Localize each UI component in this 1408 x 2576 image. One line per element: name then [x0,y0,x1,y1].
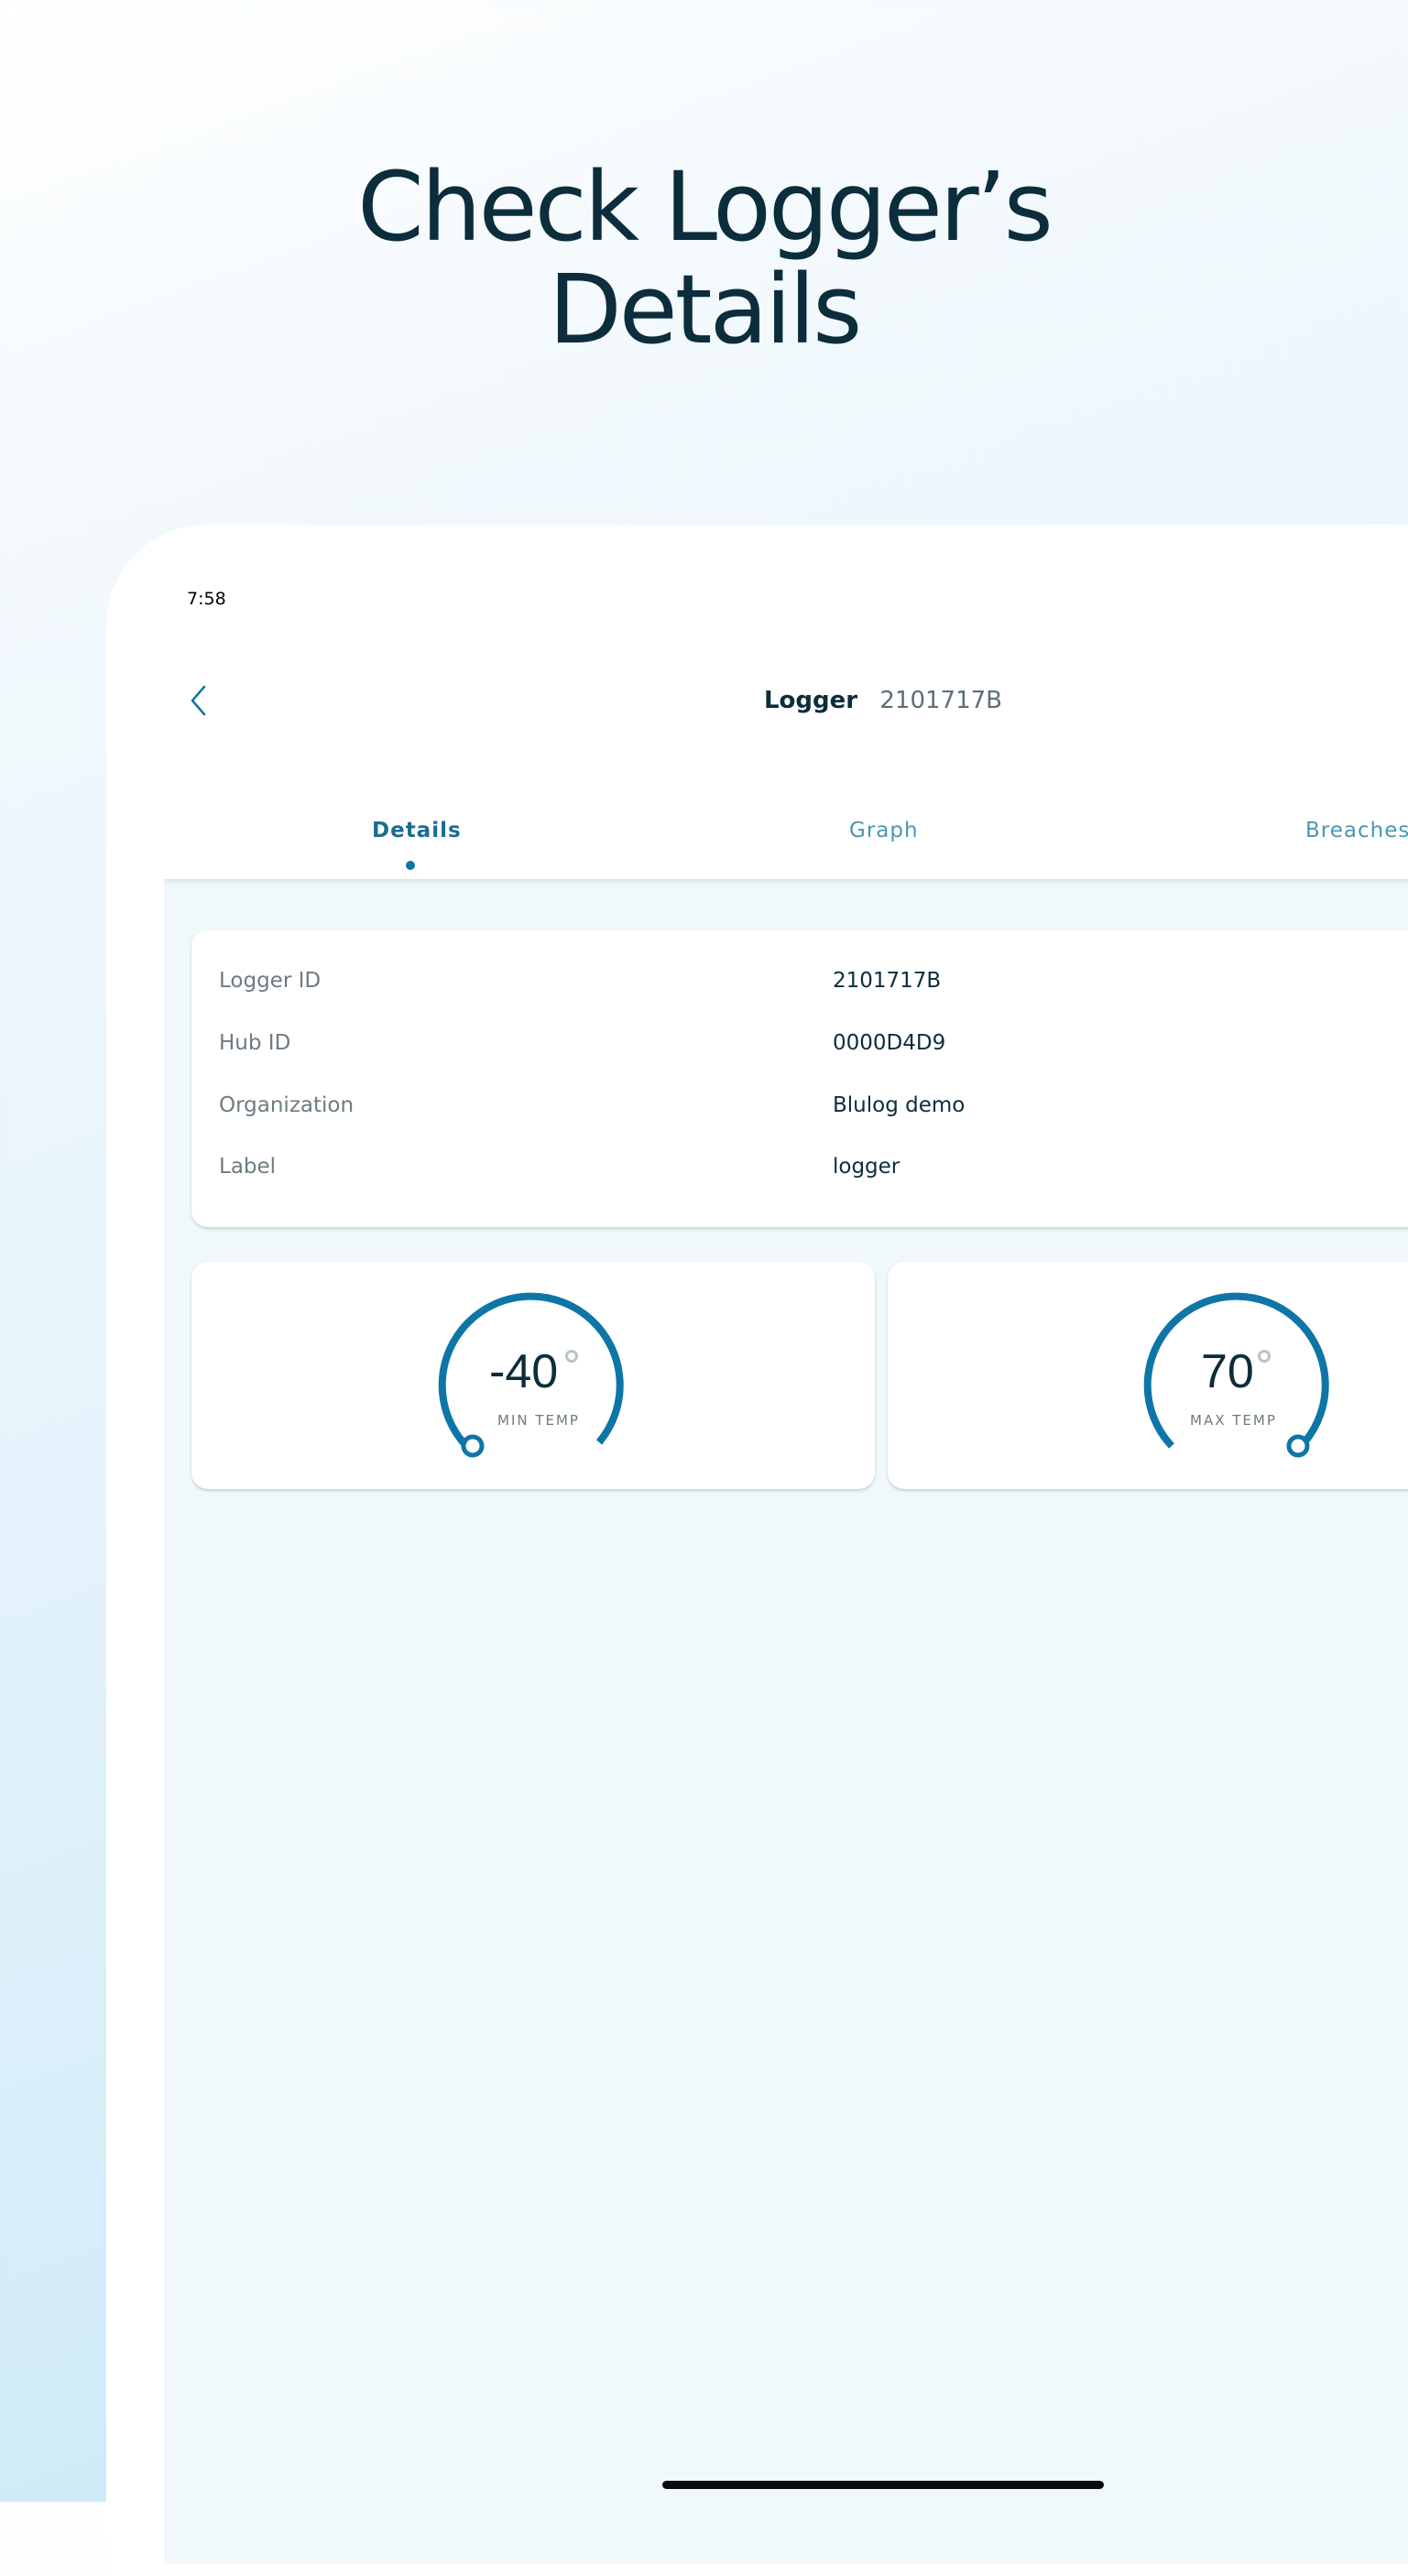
min-temp-value: -40 [489,1345,559,1398]
max-temp-gauge-handle[interactable] [1286,1434,1310,1458]
headline-line-2: Details [548,254,863,365]
degree-icon [1258,1350,1271,1363]
app-screen: Logger 2101717B Details Graph Breaches L… [164,641,1408,2564]
max-temp-caption: MAX TEMP [1190,1412,1277,1429]
detail-value: logger [833,1155,900,1179]
detail-label: Hub ID [219,1031,291,1055]
detail-row-organization: Organization Blulog demo [191,1093,1408,1130]
detail-value: Blulog demo [833,1093,966,1117]
detail-label: Organization [219,1093,355,1117]
max-temp-value: 70 [1201,1345,1254,1398]
detail-row-logger-id: Logger ID 2101717B [191,969,1408,1005]
nav-title-logger-id: 2101717B [879,687,1002,714]
max-temp-gauge [1143,1292,1329,1458]
navigation-header: Logger 2101717B Details Graph Breaches [164,641,1408,879]
active-tab-indicator [406,861,415,870]
detail-value: 0000D4D9 [833,1031,946,1055]
logger-details-card: Logger ID 2101717B Hub ID 0000D4D9 Organ… [191,930,1408,1227]
detail-row-label: Label logger [191,1155,1408,1191]
detail-value: 2101717B [833,969,942,993]
headline-line-1: Check Logger’s [357,151,1053,263]
detail-label: Logger ID [219,969,322,993]
tab-graph[interactable]: Graph [849,819,919,842]
page-headline: Check Logger’s Details [0,156,1408,361]
degree-icon [565,1350,578,1363]
tab-breaches[interactable]: Breaches [1305,819,1408,842]
status-bar-time: 7:58 [187,589,226,609]
min-temp-card: -40 MIN TEMP [191,1262,875,1489]
min-temp-gauge-handle[interactable] [461,1434,485,1458]
tab-details[interactable]: Details [372,819,462,842]
max-temp-card: 70 MAX TEMP [888,1262,1408,1489]
nav-title-label: Logger [763,687,858,714]
detail-row-hub-id: Hub ID 0000D4D9 [191,1031,1408,1068]
min-temp-caption: MIN TEMP [497,1412,580,1429]
home-indicator[interactable] [662,2481,1104,2489]
nav-title: Logger 2101717B [164,687,1408,714]
detail-label: Label [219,1155,277,1179]
